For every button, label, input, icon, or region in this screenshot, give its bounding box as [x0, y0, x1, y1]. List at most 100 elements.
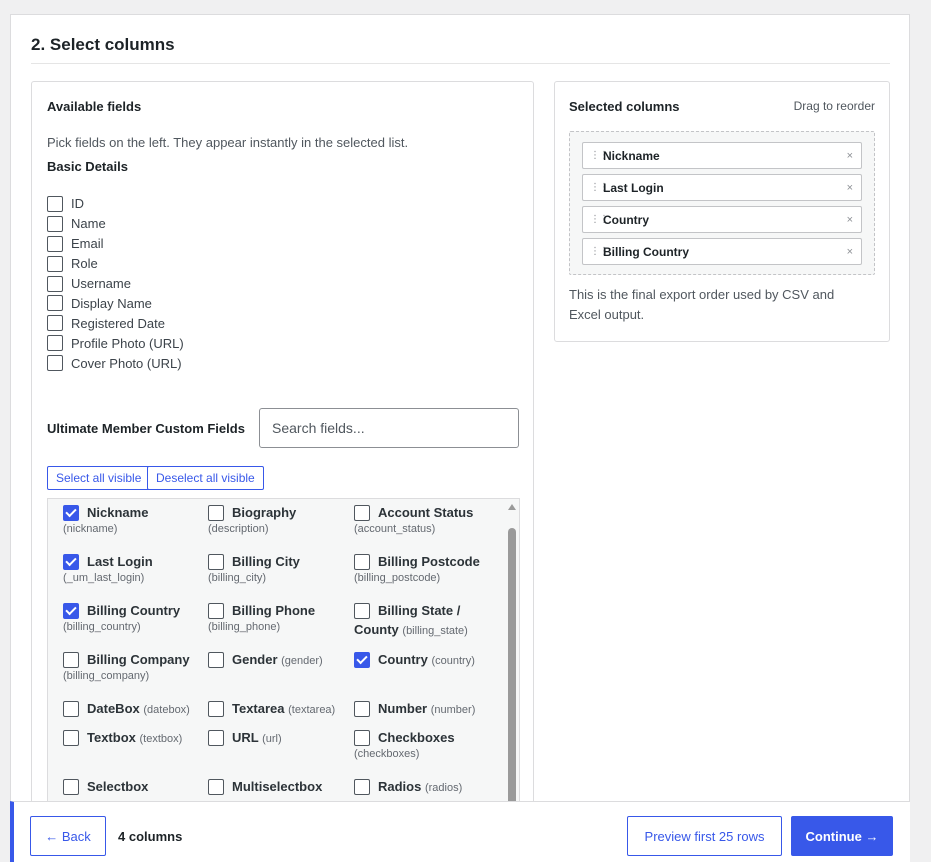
checkbox[interactable]	[354, 505, 370, 521]
drag-handle-icon[interactable]: ⋮⋮	[590, 182, 609, 193]
custom-field-billing-company[interactable]: Billing Company (billing_company)	[63, 650, 203, 682]
checkbox[interactable]	[63, 652, 79, 668]
checkbox[interactable]	[208, 505, 224, 521]
custom-field-billing-state[interactable]: Billing State / County (billing_state)	[354, 601, 494, 641]
checkbox[interactable]	[208, 554, 224, 570]
checkbox[interactable]	[63, 603, 79, 619]
field-label: Role	[71, 256, 98, 272]
basic-field-id[interactable]: ID	[47, 194, 184, 214]
remove-icon[interactable]: ×	[847, 150, 853, 162]
checkbox[interactable]	[47, 295, 63, 312]
custom-field-multiselectbox[interactable]: Multiselectbox	[208, 777, 348, 796]
scroll-up-arrow-icon[interactable]	[508, 504, 516, 510]
field-name: Textarea	[232, 701, 285, 716]
selected-columns-dropzone[interactable]: ⋮⋮ Nickname × ⋮⋮ Last Login × ⋮⋮ Country…	[569, 131, 875, 275]
custom-field-number[interactable]: Number (number)	[354, 699, 494, 720]
continue-button[interactable]: Continue →	[791, 816, 893, 856]
checkbox[interactable]	[47, 235, 63, 252]
basic-field-profile-photo[interactable]: Profile Photo (URL)	[47, 333, 184, 353]
checkbox[interactable]	[63, 730, 79, 746]
field-key: (url)	[262, 733, 282, 745]
checkbox[interactable]	[208, 701, 224, 717]
basic-field-registered-date[interactable]: Registered Date	[47, 313, 184, 333]
checkbox[interactable]	[354, 652, 370, 668]
checkbox[interactable]	[47, 355, 63, 372]
checkbox[interactable]	[208, 652, 224, 668]
checkbox[interactable]	[208, 779, 224, 795]
checkbox[interactable]	[63, 554, 79, 570]
checkbox[interactable]	[63, 505, 79, 521]
custom-field-radios[interactable]: Radios (radios)	[354, 777, 494, 798]
checkbox[interactable]	[47, 195, 63, 212]
checkbox[interactable]	[47, 215, 63, 232]
basic-field-email[interactable]: Email	[47, 234, 184, 254]
checkbox[interactable]	[47, 315, 63, 332]
custom-field-textarea[interactable]: Textarea (textarea)	[208, 699, 348, 720]
field-label: Username	[71, 276, 131, 291]
custom-field-selectbox[interactable]: Selectbox	[63, 777, 203, 796]
drag-handle-icon[interactable]: ⋮⋮	[590, 214, 609, 225]
checkbox[interactable]	[63, 779, 79, 795]
remove-icon[interactable]: ×	[847, 182, 853, 194]
custom-field-checkboxes[interactable]: Checkboxes (checkboxes)	[354, 728, 494, 760]
selected-column-chip[interactable]: ⋮⋮ Nickname ×	[582, 142, 862, 169]
basic-field-display-name[interactable]: Display Name	[47, 293, 184, 313]
drag-hint: Drag to reorder	[793, 99, 875, 113]
field-name: Nickname	[87, 505, 149, 520]
custom-field-datebox[interactable]: DateBox (datebox)	[63, 699, 203, 720]
custom-field-nickname[interactable]: Nickname (nickname)	[63, 503, 203, 535]
checkbox[interactable]	[354, 603, 370, 619]
basic-field-cover-photo[interactable]: Cover Photo (URL)	[47, 353, 184, 373]
field-label: Email	[71, 236, 104, 252]
preview-button[interactable]: Preview first 25 rows	[627, 816, 782, 856]
checkbox[interactable]	[208, 603, 224, 619]
selected-column-chip[interactable]: ⋮⋮ Last Login ×	[582, 174, 862, 201]
checkbox[interactable]	[47, 275, 63, 292]
chip-label: Nickname	[603, 148, 660, 163]
basic-field-name[interactable]: Name	[47, 214, 184, 234]
custom-field-last-login[interactable]: Last Login (_um_last_login)	[63, 552, 203, 584]
search-fields-input[interactable]	[259, 408, 519, 448]
custom-field-gender[interactable]: Gender (gender)	[208, 650, 348, 671]
field-key: (billing_state)	[402, 625, 468, 637]
checkbox[interactable]	[354, 779, 370, 795]
selected-column-chip[interactable]: ⋮⋮ Billing Country ×	[582, 238, 862, 265]
back-button[interactable]: ← Back	[30, 816, 106, 856]
checkbox[interactable]	[354, 730, 370, 746]
field-name: Checkboxes	[378, 730, 455, 745]
custom-field-textbox[interactable]: Textbox (textbox)	[63, 728, 203, 749]
field-key: (nickname)	[63, 523, 118, 535]
basic-details-title: Basic Details	[47, 159, 128, 174]
remove-icon[interactable]: ×	[847, 214, 853, 226]
available-fields-helper: Pick fields on the left. They appear ins…	[47, 135, 409, 150]
custom-field-billing-postcode[interactable]: Billing Postcode (billing_postcode)	[354, 552, 494, 584]
custom-field-account-status[interactable]: Account Status (account_status)	[354, 503, 494, 535]
custom-field-billing-country[interactable]: Billing Country (billing_country)	[63, 601, 203, 633]
checkbox[interactable]	[354, 554, 370, 570]
custom-field-biography[interactable]: Biography (description)	[208, 503, 348, 535]
remove-icon[interactable]: ×	[847, 246, 853, 258]
checkbox[interactable]	[208, 730, 224, 746]
deselect-all-visible-button[interactable]: Deselect all visible	[147, 466, 264, 490]
custom-field-country[interactable]: Country (country)	[354, 650, 494, 671]
basic-field-username[interactable]: Username	[47, 274, 184, 294]
export-wizard-card: 2. Select columns Available fields Pick …	[10, 14, 910, 862]
checkbox[interactable]	[47, 255, 63, 272]
drag-handle-icon[interactable]: ⋮⋮	[590, 246, 609, 257]
field-label: Registered Date	[71, 315, 165, 331]
selected-columns-panel: Selected columns Drag to reorder ⋮⋮ Nick…	[554, 81, 890, 342]
custom-field-url[interactable]: URL (url)	[208, 728, 348, 749]
basic-field-role[interactable]: Role	[47, 254, 184, 274]
field-key: (billing_country)	[63, 621, 141, 633]
custom-field-billing-phone[interactable]: Billing Phone (billing_phone)	[208, 601, 348, 633]
selected-column-chip[interactable]: ⋮⋮ Country ×	[582, 206, 862, 233]
custom-field-billing-city[interactable]: Billing City (billing_city)	[208, 552, 348, 584]
field-key: (billing_phone)	[208, 621, 281, 633]
field-name: Textbox	[87, 730, 136, 745]
select-all-visible-button[interactable]: Select all visible	[47, 466, 151, 490]
drag-handle-icon[interactable]: ⋮⋮	[590, 150, 609, 161]
checkbox[interactable]	[63, 701, 79, 717]
field-label: Name	[71, 216, 106, 232]
checkbox[interactable]	[47, 335, 63, 352]
checkbox[interactable]	[354, 701, 370, 717]
